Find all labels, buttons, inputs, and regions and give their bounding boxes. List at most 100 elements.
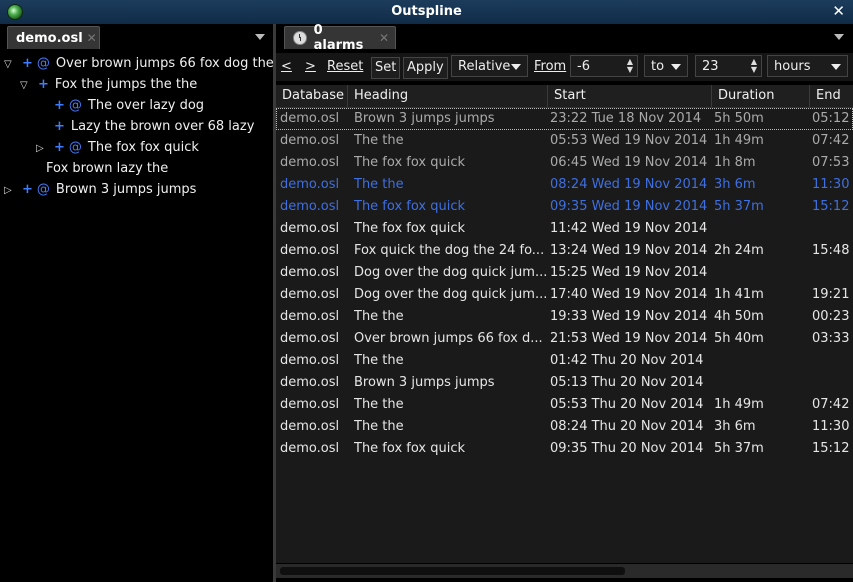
cell-start: 13:24 Wed 19 Nov 2014 xyxy=(550,243,708,258)
clock-icon xyxy=(293,31,307,45)
table-row[interactable]: demo.osl Brown 3 jumps jumps 05:13 Thu 20 … xyxy=(276,372,853,394)
set-button[interactable]: Set xyxy=(371,57,401,79)
outline-tree[interactable]: ▽+@Over brown jumps 66 fox dog the jumps… xyxy=(0,53,273,582)
cell-duration: 5h 37m xyxy=(714,199,764,214)
table-row[interactable]: demo.osl The the 01:42 Thu 20 Nov 2014 xyxy=(276,350,853,372)
table-row[interactable]: demo.osl Dog over the dog quick jum... 17:… xyxy=(276,284,853,306)
window-titlebar: Outspline ✕ xyxy=(0,0,853,25)
table-row[interactable]: demo.osl The the 08:24 Wed 19 Nov 2014 3h 6… xyxy=(276,174,853,196)
tree-item-label: Over brown jumps 66 fox dog the jumps xyxy=(55,56,273,71)
from-value: -6 xyxy=(577,59,590,74)
cell-duration: 3h 6m xyxy=(714,419,756,434)
tree-item[interactable]: + @ The over lazy dog xyxy=(36,95,204,116)
spinner-arrows-icon[interactable]: ▲ ▼ xyxy=(751,58,757,74)
cell-heading: The the xyxy=(354,397,404,412)
table-row[interactable]: demo.osl The the 19:33 Wed 19 Nov 2014 4h 5… xyxy=(276,306,853,328)
cell-end: 07:53 xyxy=(812,155,850,170)
schedule-plus-icon: + xyxy=(54,98,65,113)
cell-start: 09:35 Thu 20 Nov 2014 xyxy=(550,441,704,456)
column-header-end[interactable]: End xyxy=(810,85,853,107)
cell-database: demo.osl xyxy=(280,419,340,434)
column-header-duration[interactable]: Duration xyxy=(712,85,810,107)
tree-item[interactable]: ▷ + @ The fox fox quick xyxy=(36,137,199,158)
table-row[interactable]: demo.osl Brown 3 jumps jumps 23:22 Tue 18 … xyxy=(276,108,853,130)
cell-end: 11:30 xyxy=(812,177,850,192)
table-row[interactable]: demo.osl The the 05:53 Wed 19 Nov 2014 1h 4… xyxy=(276,130,853,152)
tab-list-dropdown-icon[interactable] xyxy=(834,34,844,40)
tree-item-label: Lazy the brown over 68 lazy xyxy=(70,119,255,134)
cell-duration: 1h 41m xyxy=(714,287,764,302)
cell-start: 08:24 Thu 20 Nov 2014 xyxy=(550,419,704,434)
table-row[interactable]: demo.osl The the 08:24 Thu 20 Nov 2014 3h 6… xyxy=(276,416,853,438)
cell-duration: 1h 8m xyxy=(714,155,756,170)
cell-database: demo.osl xyxy=(280,177,340,192)
table-row[interactable]: demo.osl The the 05:53 Thu 20 Nov 2014 1h 4… xyxy=(276,394,853,416)
cell-duration: 1h 49m xyxy=(714,397,764,412)
cell-heading: Brown 3 jumps jumps xyxy=(354,111,495,126)
spinner-arrows-icon[interactable]: ▲ ▼ xyxy=(627,58,633,74)
cell-end: 19:21 xyxy=(812,287,850,302)
table-row[interactable]: demo.osl The fox fox quick 09:35 Wed 19 No… xyxy=(276,196,853,218)
reset-button[interactable]: Reset xyxy=(324,57,366,77)
table-row[interactable]: demo.osl The fox fox quick 11:42 Wed 19 No… xyxy=(276,218,853,240)
unit-select[interactable]: hours xyxy=(767,55,848,77)
apply-button[interactable]: Apply xyxy=(403,57,448,79)
cell-heading: The the xyxy=(354,309,404,324)
column-header-heading[interactable]: Heading xyxy=(348,85,548,107)
table-row[interactable]: demo.osl The fox fox quick 09:35 Thu 20 No… xyxy=(276,438,853,460)
mode-select[interactable]: Relative xyxy=(451,55,528,77)
from-spinner[interactable]: -6 ▲ ▼ xyxy=(570,55,638,77)
to-spinner[interactable]: 23 ▲ ▼ xyxy=(695,55,762,77)
cell-start: 05:13 Thu 20 Nov 2014 xyxy=(550,375,704,390)
column-header-database[interactable]: Database xyxy=(276,85,348,107)
tree-item[interactable]: ▽ + Fox the jumps the the xyxy=(20,74,197,95)
next-button[interactable]: > xyxy=(302,57,319,77)
schedule-plus-icon: + xyxy=(38,77,49,92)
previous-button[interactable]: < xyxy=(278,57,295,77)
table-row[interactable]: demo.osl Dog over the dog quick jum... 15:… xyxy=(276,262,853,284)
cell-heading: The the xyxy=(354,353,404,368)
collapsed-triangle-icon[interactable]: ▷ xyxy=(4,180,14,201)
cell-database: demo.osl xyxy=(280,353,340,368)
to-select[interactable]: to xyxy=(644,55,688,77)
to-value: 23 xyxy=(702,59,719,74)
collapsed-triangle-icon[interactable]: ▷ xyxy=(36,138,46,159)
tree-item[interactable]: ▷ + @ Brown 3 jumps jumps xyxy=(4,179,196,200)
cell-database: demo.osl xyxy=(280,397,340,412)
expanded-triangle-icon[interactable]: ▽ xyxy=(20,75,30,96)
tab-alarms[interactable]: 0 alarms ✕ xyxy=(284,23,396,53)
cell-end: 15:12 xyxy=(812,441,850,456)
cell-heading: The the xyxy=(354,133,404,148)
close-window-icon[interactable]: ✕ xyxy=(832,3,845,19)
cell-database: demo.osl xyxy=(280,111,340,126)
cell-end: 05:12 xyxy=(812,111,850,126)
alarm-at-icon: @ xyxy=(68,98,82,113)
alarm-at-icon: @ xyxy=(36,182,50,197)
tree-item[interactable]: + Lazy the brown over 68 lazy xyxy=(36,116,254,137)
cell-database: demo.osl xyxy=(280,287,340,302)
cell-heading: Dog over the dog quick jum... xyxy=(354,265,546,280)
cell-end: 00:23 xyxy=(812,309,850,324)
table-row[interactable]: demo.osl The fox fox quick 06:45 Wed 19 No… xyxy=(276,152,853,174)
tab-demo-osl[interactable]: demo.osl ✕ xyxy=(7,26,100,49)
tab-close-icon[interactable]: ✕ xyxy=(87,31,97,45)
tree-item-label: Brown 3 jumps jumps xyxy=(55,182,197,197)
cell-duration: 3h 6m xyxy=(714,177,756,192)
expanded-triangle-icon[interactable]: ▽ xyxy=(4,54,14,75)
cell-end: 07:42 xyxy=(812,397,850,412)
cell-start: 09:35 Wed 19 Nov 2014 xyxy=(550,199,708,214)
tab-close-icon[interactable]: ✕ xyxy=(379,31,389,45)
cell-duration: 2h 24m xyxy=(714,243,764,258)
cell-heading: Brown 3 jumps jumps xyxy=(354,375,495,390)
column-header-start[interactable]: Start xyxy=(548,85,712,107)
tree-item[interactable]: ▽ +@ Over brown jumps 66 fox dog the jumps xyxy=(4,53,273,74)
cell-start: 05:53 Wed 19 Nov 2014 xyxy=(550,133,708,148)
tab-list-dropdown-icon[interactable] xyxy=(255,34,265,40)
chevron-down-icon xyxy=(671,64,681,70)
table-row[interactable]: demo.osl Fox quick the dog the 24 fo... 13… xyxy=(276,240,853,262)
table-row[interactable]: demo.osl Over brown jumps 66 fox d... 21:5… xyxy=(276,328,853,350)
horizontal-scrollbar[interactable] xyxy=(276,564,853,578)
cell-start: 19:33 Wed 19 Nov 2014 xyxy=(550,309,708,324)
scrollbar-thumb[interactable] xyxy=(280,567,625,575)
tree-item[interactable]: Fox brown lazy the xyxy=(20,158,168,179)
